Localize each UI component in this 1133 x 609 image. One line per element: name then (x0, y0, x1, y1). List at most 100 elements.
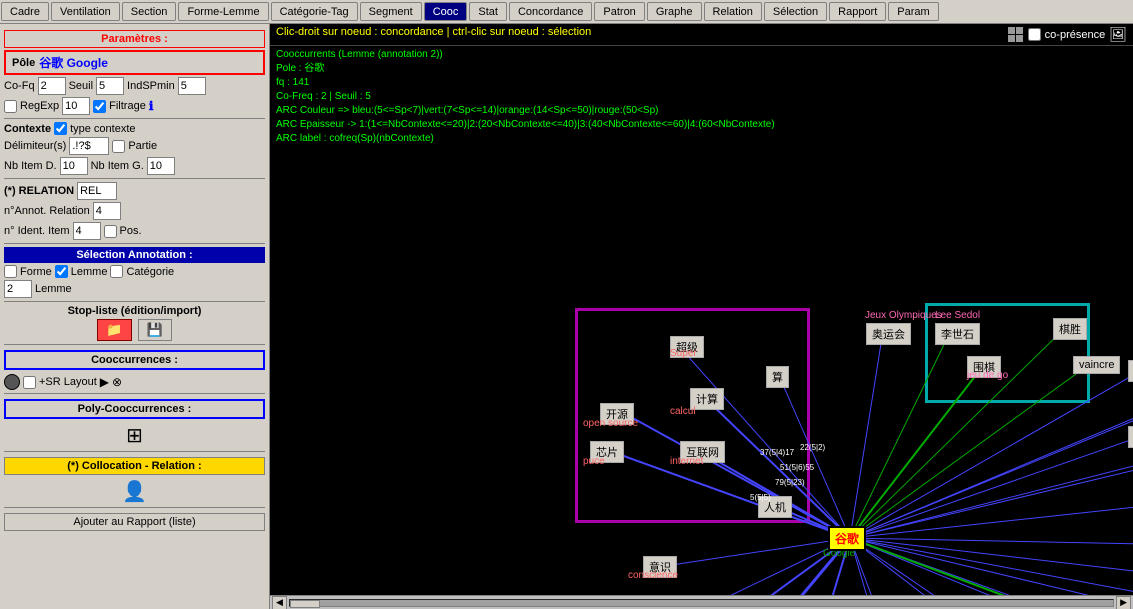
n-annot-label: n°Annot. Relation (4, 205, 90, 217)
node-conscience-label: conscience (628, 570, 678, 581)
layout-label: +SR Layout (39, 376, 97, 388)
contexte-label: Contexte (4, 123, 51, 135)
delimiteurs-row: Délimiteur(s) Partie (4, 137, 265, 155)
pos-checkbox[interactable] (104, 225, 117, 238)
cofq-row: Co-Fq Seuil IndSPmin (4, 77, 265, 95)
node-jeux-olympiques[interactable]: Jeux Olympiques (865, 310, 942, 321)
menu-cadre[interactable]: Cadre (1, 2, 49, 21)
graph-info-line4: Co-Freq : 2 | Seuil : 5 (276, 90, 1127, 104)
graph-canvas: 谷歌 Google 超级 Super 算 计算 calcul 开源 open s… (270, 148, 1133, 595)
menu-forme-lemme[interactable]: Forme-Lemme (178, 2, 268, 21)
rapport-btn[interactable]: Ajouter au Rapport (liste) (4, 513, 265, 531)
type-contexte-label: type contexte (70, 123, 135, 135)
forme-checkbox[interactable] (4, 265, 17, 278)
graph-info-line5: ARC Couleur => bleu:(5<=Sp<7)|vert:(7<Sp… (276, 104, 1127, 118)
copresence-label: co-présence (1045, 29, 1106, 41)
grid-icon[interactable] (1008, 27, 1024, 43)
annot-input[interactable] (4, 280, 32, 298)
stop-liste-save-btn[interactable]: 💾 (138, 319, 172, 341)
menu-relation[interactable]: Relation (704, 2, 762, 21)
play-icon[interactable]: ▶ (100, 375, 109, 389)
menu-rapport[interactable]: Rapport (829, 2, 886, 21)
pos-label: Pos. (120, 225, 142, 237)
n-ident-input[interactable] (73, 222, 101, 240)
node-center[interactable]: 谷歌 (828, 526, 866, 551)
poly-icon[interactable]: ⊞ (126, 423, 143, 448)
copresence-checkbox[interactable] (1028, 28, 1041, 41)
cooccurrences-btn[interactable]: Cooccurrences : (4, 350, 265, 370)
menu-patron[interactable]: Patron (594, 2, 644, 21)
menu-bar: Cadre Ventilation Section Forme-Lemme Ca… (0, 0, 1133, 24)
info-icon[interactable]: ℹ (149, 99, 154, 113)
menu-categorie-tag[interactable]: Catégorie-Tag (271, 2, 358, 21)
regexp-checkbox[interactable] (4, 100, 17, 113)
n-annot-input[interactable] (93, 202, 121, 220)
scroll-left-btn[interactable]: ◀ (272, 596, 287, 609)
stop-icon[interactable]: ⊗ (112, 375, 122, 389)
node-aoyunhui[interactable]: 奥运会 (866, 323, 911, 345)
node-suan[interactable]: 算 (766, 366, 789, 388)
stop-liste-buttons: 📁 💾 (4, 319, 265, 341)
cofq-input[interactable] (38, 77, 66, 95)
h-scrollbar: ◀ ▶ (270, 595, 1133, 609)
scroll-right-btn[interactable]: ▶ (1116, 596, 1131, 609)
n-ident-row: n° Ident. Item Pos. (4, 222, 265, 240)
filtrage-checkbox[interactable] (93, 100, 106, 113)
seuil-label: Seuil (69, 80, 93, 92)
menu-param[interactable]: Param (888, 2, 938, 21)
status-text: Clic-droit sur noeud : concordance | ctr… (276, 26, 591, 38)
collocation-icon[interactable]: 👤 (122, 479, 147, 504)
node-xia[interactable]: 下 (1128, 426, 1133, 448)
seuil-input[interactable] (96, 77, 124, 95)
ind5pmin-input[interactable] (178, 77, 206, 95)
collocation-btn[interactable]: (*) Collocation - Relation : (4, 457, 265, 475)
menu-stat[interactable]: Stat (469, 2, 507, 21)
delimiteurs-input[interactable] (69, 137, 109, 155)
node-super-label: Super (670, 348, 697, 359)
annot-row: Lemme (4, 280, 265, 298)
left-panel: Paramètres : Pôle 谷歌 Google Co-Fq Seuil … (0, 24, 270, 609)
scrollbar-thumb[interactable] (290, 600, 320, 608)
graph-info-line7: ARC label : cofreq(Sp)(nbContexte) (276, 132, 1127, 146)
partie-checkbox[interactable] (112, 140, 125, 153)
nb-item-g-input[interactable] (147, 157, 175, 175)
type-contexte-checkbox[interactable] (54, 122, 67, 135)
relation-input[interactable] (77, 182, 117, 200)
lemme-checkbox[interactable] (55, 265, 68, 278)
menu-cooc[interactable]: Cooc (424, 2, 468, 21)
menu-selection[interactable]: Sélection (764, 2, 827, 21)
n-annot-row: n°Annot. Relation (4, 202, 265, 220)
node-vaincre[interactable]: vaincre (1073, 356, 1120, 374)
menu-section[interactable]: Section (122, 2, 177, 21)
partie-label: Partie (128, 140, 157, 152)
poly-icon-row: ⊞ (4, 423, 265, 448)
node-bisheng[interactable]: 棋胜 (1053, 318, 1087, 340)
n-ident-label: n° Ident. Item (4, 225, 70, 237)
nb-item-d-label: Nb Item D. (4, 160, 57, 172)
nb-item-d-input[interactable] (60, 157, 88, 175)
menu-ventilation[interactable]: Ventilation (51, 2, 120, 21)
categorie-checkbox[interactable] (110, 265, 123, 278)
node-feng[interactable]: 峰 (1128, 360, 1133, 382)
graph-info-line3: fq : 141 (276, 76, 1127, 90)
copresence-icon: 🖼 (1109, 26, 1127, 43)
menu-graphe[interactable]: Graphe (647, 2, 702, 21)
arrow-label-3: 79(5|23) (775, 478, 805, 487)
stop-liste-label: Stop-liste (édition/import) (4, 305, 265, 317)
main-layout: Paramètres : Pôle 谷歌 Google Co-Fq Seuil … (0, 24, 1133, 609)
menu-concordance[interactable]: Concordance (509, 2, 592, 21)
node-lishishi[interactable]: 李世石 (935, 323, 980, 345)
node-jisuan-label: calcul (670, 406, 696, 417)
stop-liste-open-btn[interactable]: 📁 (97, 319, 131, 341)
graph-info-line1: Cooccurrents (Lemme (annotation 2)) (276, 48, 1127, 62)
arrow-label-1: 37(5|4)17 (760, 448, 794, 457)
node-hulianwang-label: internet (670, 456, 703, 467)
circle-icon[interactable] (4, 374, 20, 390)
regexp-input[interactable] (62, 97, 90, 115)
scrollbar-track[interactable] (289, 599, 1114, 607)
menu-segment[interactable]: Segment (360, 2, 422, 21)
contexte-row: Contexte type contexte (4, 122, 265, 135)
sr-checkbox[interactable] (23, 376, 36, 389)
poly-cooc-btn[interactable]: Poly-Cooccurrences : (4, 399, 265, 419)
relation-label: (*) RELATION (4, 185, 74, 197)
